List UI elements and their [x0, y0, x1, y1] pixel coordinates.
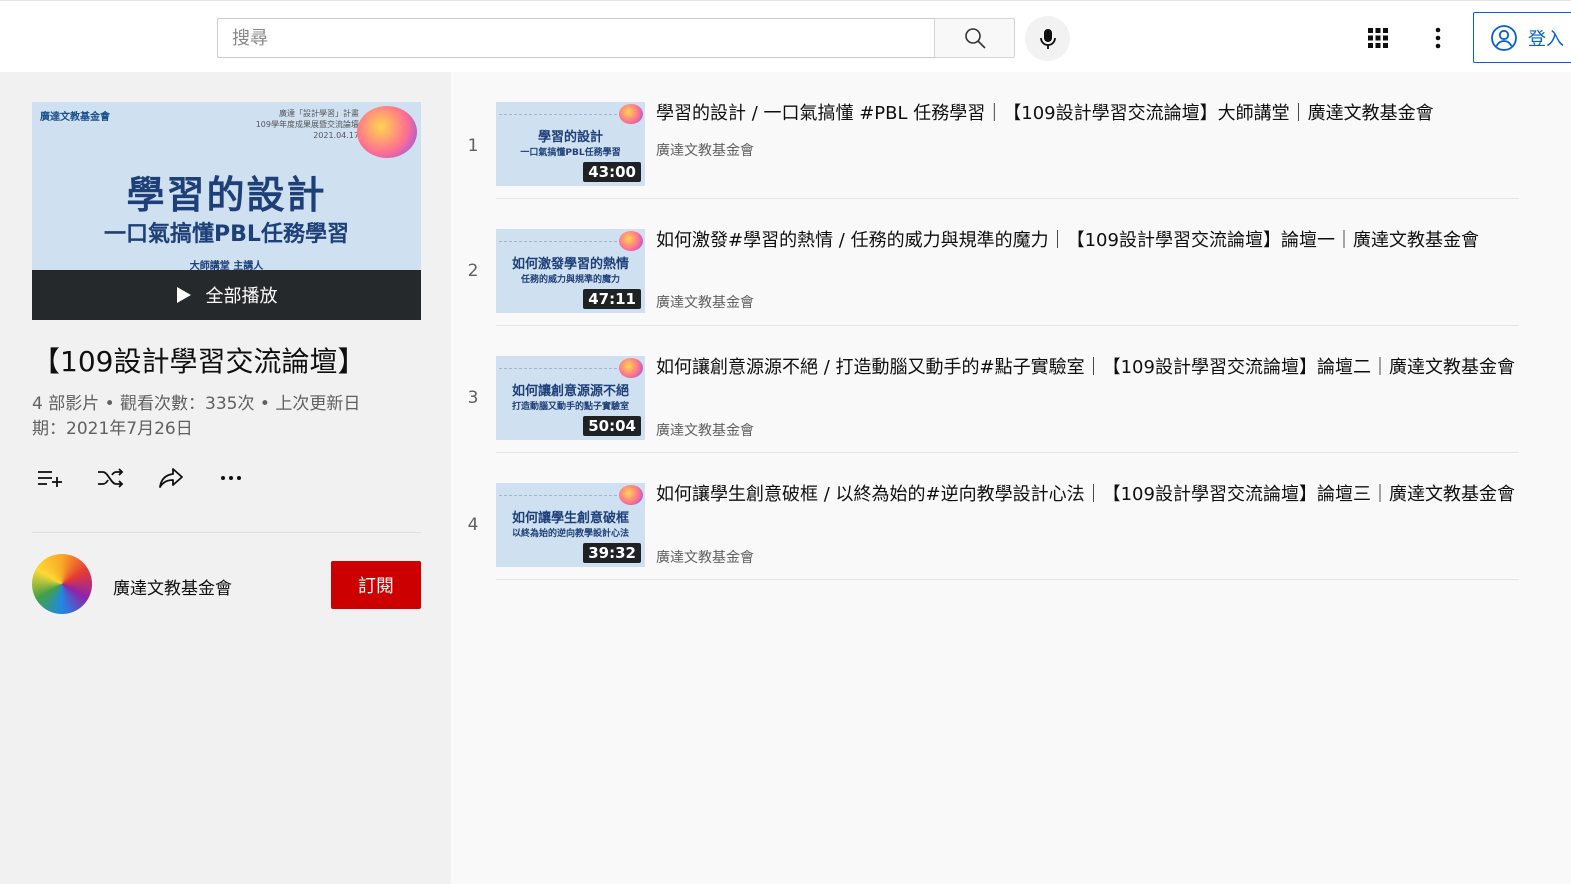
video-index: 1	[467, 136, 479, 156]
more-vert-icon	[1435, 27, 1441, 49]
video-title[interactable]: 學習的設計 / 一口氣搞懂 #PBL 任務學習｜【109設計學習交流論壇】大師講…	[656, 100, 1516, 127]
video-duration: 39:32	[583, 543, 641, 563]
video-thumbnail[interactable]: 學習的設計 一口氣搞懂PBL任務學習 43:00	[496, 102, 645, 186]
add-to-queue-button[interactable]	[32, 462, 70, 494]
settings-menu-button[interactable]	[1419, 19, 1457, 57]
video-row[interactable]: 1 學習的設計 一口氣搞懂PBL任務學習 43:00 學習的設計 / 一口氣搞懂…	[468, 72, 1519, 199]
hero-meta-line: 2021.04.17	[313, 131, 359, 140]
video-channel[interactable]: 廣達文教基金會	[656, 140, 754, 160]
play-icon	[176, 287, 191, 303]
search-input[interactable]	[217, 18, 935, 58]
hero-meta: 廣達「設計學習」計畫 109學年度成果展暨交流論壇 2021.04.17	[256, 108, 359, 141]
thumb-badge-image	[619, 231, 643, 251]
thumb-subtitle: 一口氣搞懂PBL任務學習	[520, 148, 621, 158]
mic-icon	[1039, 28, 1056, 49]
thumb-badge-image	[619, 358, 643, 378]
playlist-stats: 4 部影片 • 觀看次數：335次 • 上次更新日期：2021年7月26日	[32, 394, 361, 439]
video-row[interactable]: 3 如何讓創意源源不絕 打造動腦又動手的點子實驗室 50:04 如何讓創意源源不…	[468, 326, 1519, 453]
hero-org-logo-text: 廣達文教基金會	[40, 112, 110, 123]
apps-button[interactable]	[1359, 19, 1397, 57]
hero-meta-line: 109學年度成果展暨交流論壇	[255, 120, 359, 129]
video-title[interactable]: 如何讓創意源源不絕 / 打造動腦又動手的#點子實驗室｜【109設計學習交流論壇】…	[656, 354, 1516, 381]
more-actions-button[interactable]	[212, 462, 250, 494]
add-to-queue-icon	[38, 471, 62, 487]
video-duration: 43:00	[583, 162, 641, 182]
video-duration: 50:04	[583, 416, 641, 436]
share-icon	[159, 468, 183, 488]
playlist-hero-thumbnail[interactable]: 廣達文教基金會 廣達「設計學習」計畫 109學年度成果展暨交流論壇 2021.0…	[32, 102, 421, 320]
share-button[interactable]	[152, 462, 190, 494]
account-icon	[1491, 24, 1517, 51]
apps-icon	[1368, 28, 1388, 48]
hero-subtitle: 一口氣搞懂PBL任務學習	[104, 222, 349, 247]
video-thumbnail[interactable]: 如何讓創意源源不絕 打造動腦又動手的點子實驗室 50:04	[496, 356, 645, 440]
thumb-title: 如何讓創意源源不絕	[511, 384, 629, 399]
video-channel[interactable]: 廣達文教基金會	[656, 547, 754, 567]
thumb-badge-image	[619, 104, 643, 124]
video-row[interactable]: 4 如何讓學生創意破框 以終為始的逆向教學設計心法 39:32 如何讓學生創意破…	[468, 453, 1519, 580]
video-title[interactable]: 如何激發#學習的熱情 / 任務的威力與規準的魔力｜【109設計學習交流論壇】論壇…	[656, 227, 1516, 254]
video-index: 3	[467, 388, 479, 408]
video-channel[interactable]: 廣達文教基金會	[656, 420, 754, 440]
video-duration: 47:11	[583, 289, 641, 309]
thumb-title: 如何讓學生創意破框	[511, 511, 629, 526]
hero-badge-image	[357, 106, 417, 158]
thumb-subtitle: 打造動腦又動手的點子實驗室	[511, 402, 629, 412]
shuffle-icon	[98, 468, 124, 488]
thumb-title: 如何激發學習的熱情	[511, 257, 629, 272]
top-bar: 登入	[0, 0, 1571, 72]
search-icon	[964, 28, 986, 49]
video-thumbnail[interactable]: 如何激發學習的熱情 任務的威力與規準的魔力 47:11	[496, 229, 645, 313]
playlist-video-list: 1 學習的設計 一口氣搞懂PBL任務學習 43:00 學習的設計 / 一口氣搞懂…	[451, 72, 1571, 884]
subscribe-button[interactable]: 訂閱	[331, 561, 421, 609]
hero-title: 學習的設計	[126, 173, 327, 217]
hero-meta-line: 廣達「設計學習」計畫	[279, 109, 359, 118]
thumb-badge-image	[619, 485, 643, 505]
channel-name[interactable]: 廣達文教基金會	[113, 574, 232, 599]
thumb-subtitle: 以終為始的逆向教學設計心法	[511, 529, 629, 539]
channel-avatar[interactable]	[32, 554, 92, 614]
playlist-title: 【109設計學習交流論壇】	[32, 345, 366, 378]
sign-in-label: 登入	[1528, 28, 1564, 50]
video-index: 4	[467, 515, 479, 535]
play-all-button[interactable]: 全部播放	[32, 270, 421, 320]
video-index: 2	[467, 261, 479, 281]
thumb-subtitle: 任務的威力與規準的魔力	[520, 275, 620, 285]
playlist-actions	[32, 462, 250, 494]
video-channel[interactable]: 廣達文教基金會	[656, 292, 754, 312]
thumb-title: 學習的設計	[537, 130, 603, 145]
play-all-label: 全部播放	[205, 286, 278, 307]
video-thumbnail[interactable]: 如何讓學生創意破框 以終為始的逆向教學設計心法 39:32	[496, 483, 645, 567]
video-title[interactable]: 如何讓學生創意破框 / 以終為始的#逆向教學設計心法｜【109設計學習交流論壇】…	[656, 481, 1516, 508]
voice-search-button[interactable]	[1025, 16, 1070, 61]
shuffle-button[interactable]	[92, 462, 130, 494]
search-button[interactable]	[934, 18, 1015, 58]
more-horiz-icon	[221, 476, 241, 480]
sign-in-button[interactable]: 登入	[1473, 12, 1571, 63]
video-row[interactable]: 2 如何激發學習的熱情 任務的威力與規準的魔力 47:11 如何激發#學習的熱情…	[468, 199, 1519, 326]
divider	[32, 532, 421, 533]
playlist-sidebar: 廣達文教基金會 廣達「設計學習」計畫 109學年度成果展暨交流論壇 2021.0…	[0, 72, 451, 884]
